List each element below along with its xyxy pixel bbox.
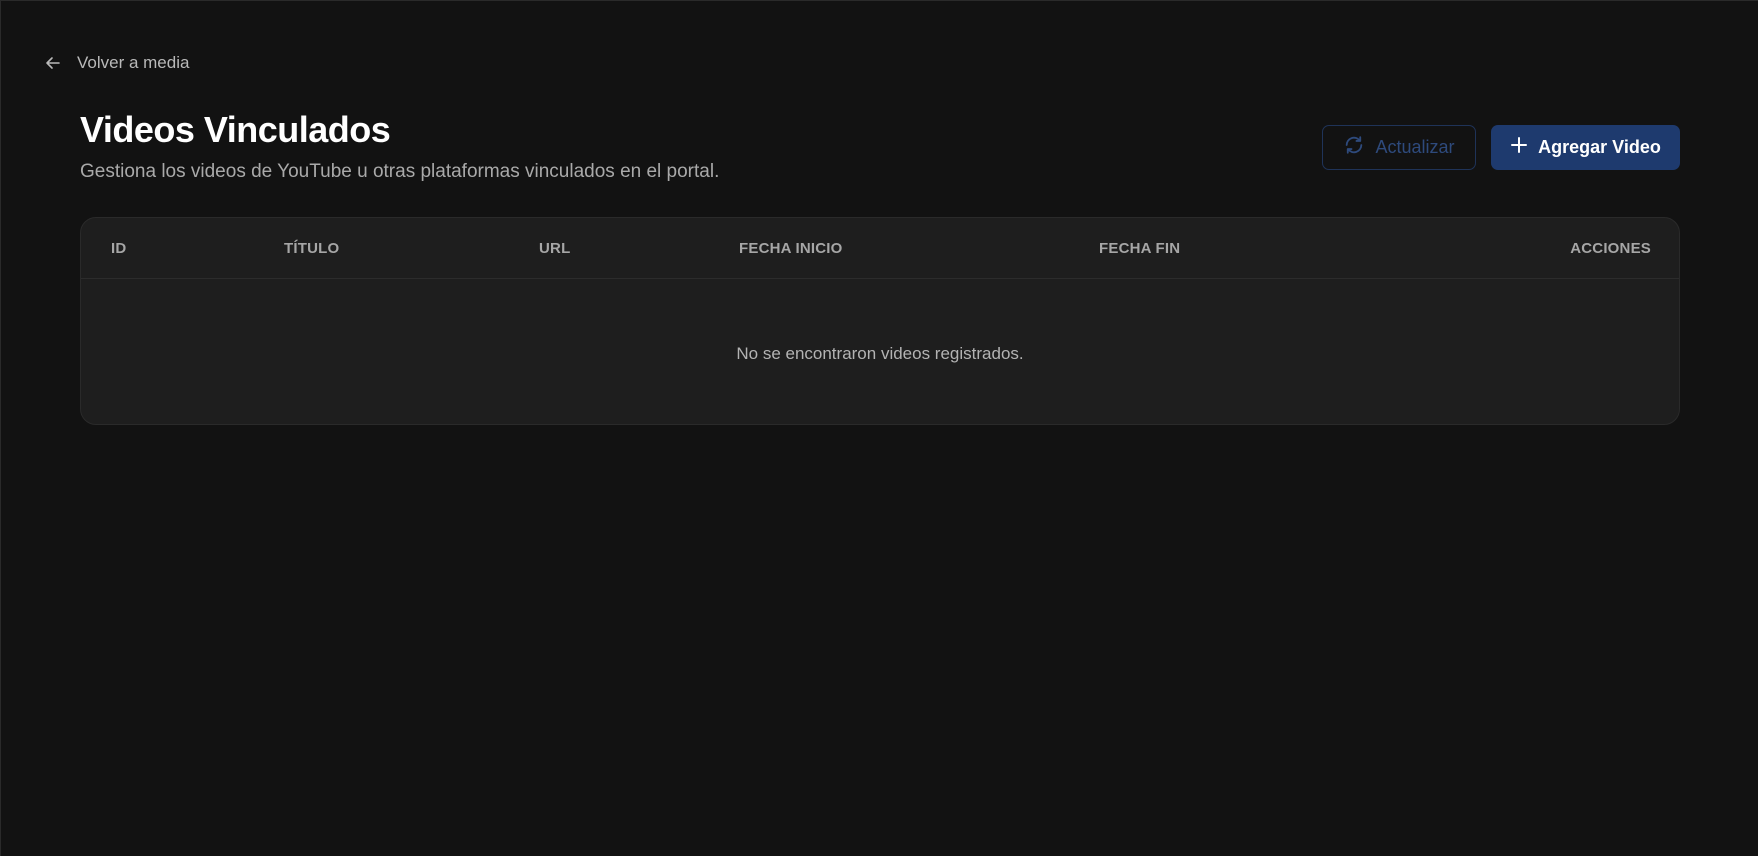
videos-table: ID TÍTULO URL FECHA INICIO FECHA FIN ACC… bbox=[80, 217, 1680, 425]
back-link-label: Volver a media bbox=[77, 53, 190, 72]
back-to-media-link[interactable]: Volver a media bbox=[45, 53, 189, 73]
arrow-left-icon bbox=[45, 55, 61, 71]
plus-icon bbox=[1510, 136, 1528, 159]
column-header-url: URL bbox=[539, 240, 571, 257]
column-header-id: ID bbox=[111, 240, 127, 257]
column-header-actions: ACCIONES bbox=[1570, 240, 1651, 257]
column-header-end-date: FECHA FIN bbox=[1099, 240, 1181, 257]
empty-table-message: No se encontraron videos registrados. bbox=[736, 344, 1024, 363]
add-video-button-label: Agregar Video bbox=[1538, 137, 1661, 157]
page-subtitle: Gestiona los videos de YouTube u otras p… bbox=[80, 161, 720, 182]
refresh-button-label: Actualizar bbox=[1375, 137, 1455, 157]
table-header-row: ID TÍTULO URL FECHA INICIO FECHA FIN ACC… bbox=[81, 218, 1679, 279]
column-header-title: TÍTULO bbox=[284, 240, 340, 257]
refresh-button[interactable]: Actualizar bbox=[1322, 125, 1476, 170]
app-window: Volver a media Videos Vinculados Gestion… bbox=[0, 0, 1758, 856]
add-video-button[interactable]: Agregar Video bbox=[1491, 125, 1680, 170]
refresh-icon bbox=[1343, 134, 1365, 161]
column-header-start-date: FECHA INICIO bbox=[739, 240, 843, 257]
page-title: Videos Vinculados bbox=[80, 109, 391, 150]
